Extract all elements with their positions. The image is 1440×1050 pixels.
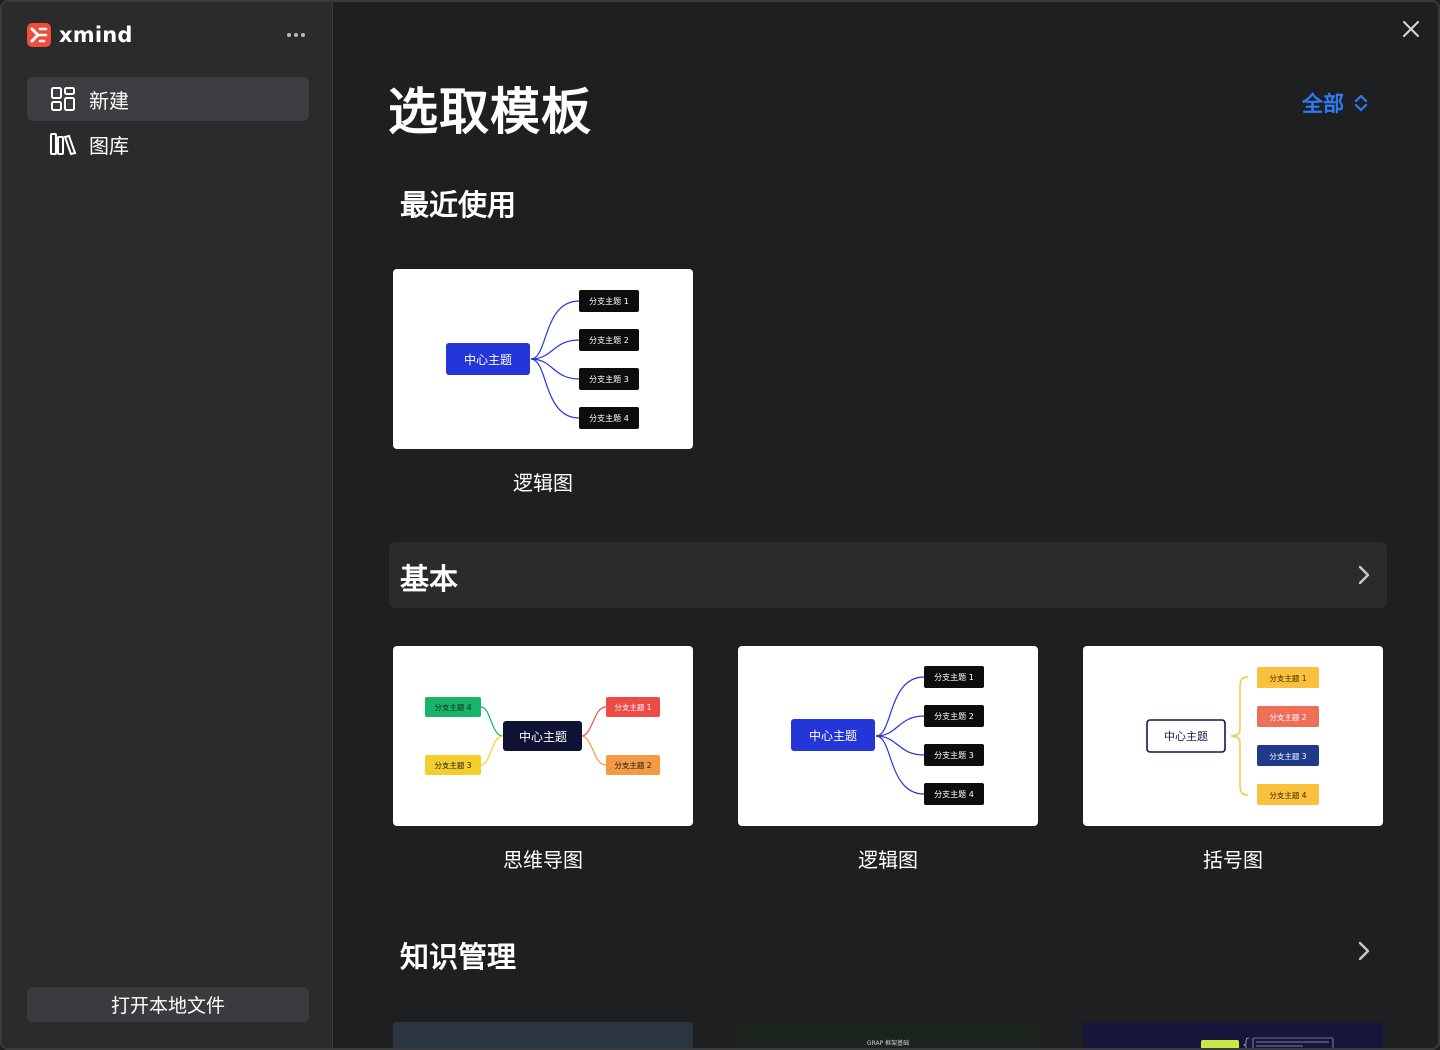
svg-text:分支主题 4: 分支主题 4 (934, 789, 974, 799)
app-name: xmind (59, 23, 133, 47)
svg-text:分支主题 3: 分支主题 3 (934, 750, 974, 760)
main-content: 选取模板 全部 最近使用 中心主题 分支主题 1 分支主题 2 分支主题 3 分… (334, 2, 1438, 1048)
sidebar-item-label: 新建 (89, 88, 129, 113)
chevron-up-down-icon (1354, 94, 1368, 112)
template-card-knowledge-2[interactable]: GRAP 框架基础 (738, 1022, 1038, 1048)
template-card-label: 思维导图 (503, 848, 583, 872)
svg-text:分支主题 3: 分支主题 3 (589, 374, 629, 384)
svg-text:分支主题 1: 分支主题 1 (1269, 673, 1306, 683)
chevron-right-icon[interactable] (1355, 940, 1373, 962)
section-title-knowledge: 知识管理 (400, 940, 517, 974)
sidebar-item-library[interactable]: 图库 (27, 122, 309, 166)
template-card-label: 逻辑图 (858, 848, 918, 872)
svg-text:分支主题 4: 分支主题 4 (589, 413, 629, 423)
app-logo: xmind (27, 20, 309, 50)
svg-text:分支主题 1: 分支主题 1 (589, 296, 629, 306)
grid-icon (49, 85, 77, 113)
template-card-mindmap[interactable]: 中心主题 分支主题 1 分支主题 2 分支主题 4 分支主题 3 (393, 646, 693, 826)
svg-text:分支主题 4: 分支主题 4 (434, 702, 471, 712)
svg-text:分支主题 1: 分支主题 1 (614, 702, 651, 712)
sidebar: xmind 新建 图库 打开本地文件 (2, 2, 333, 1048)
sidebar-item-new[interactable]: 新建 (27, 77, 309, 121)
svg-text:分支主题 2: 分支主题 2 (614, 760, 651, 770)
template-card-knowledge-3[interactable] (1083, 1022, 1383, 1048)
svg-text:分支主题 1: 分支主题 1 (934, 672, 974, 682)
sidebar-item-label: 图库 (89, 133, 129, 158)
svg-text:分支主题 2: 分支主题 2 (934, 711, 974, 721)
template-card-label: 逻辑图 (513, 471, 573, 495)
svg-text:分支主题 3: 分支主题 3 (1269, 751, 1306, 761)
svg-text:分支主题 3: 分支主题 3 (434, 760, 471, 770)
svg-text:分支主题 4: 分支主题 4 (1269, 790, 1306, 800)
library-icon (49, 130, 77, 158)
chevron-right-icon (1358, 565, 1370, 585)
open-local-file-button[interactable]: 打开本地文件 (27, 987, 309, 1022)
template-picker-window: xmind 新建 图库 打开本地文件 选取模板 全部 最近使用 中心主题 分支主… (0, 0, 1440, 1050)
template-card-knowledge-1[interactable] (393, 1022, 693, 1048)
section-title-basic: 基本 (400, 562, 459, 596)
template-filter-dropdown[interactable]: 全部 (1302, 88, 1368, 118)
svg-text:分支主题 2: 分支主题 2 (1269, 712, 1306, 722)
template-card-label: 括号图 (1203, 848, 1263, 872)
svg-text:中心主题: 中心主题 (809, 728, 857, 743)
svg-text:GRAP 框架基础: GRAP 框架基础 (867, 1039, 909, 1047)
template-card-logic[interactable]: 中心主题 分支主题 1 分支主题 2 分支主题 3 分支主题 4 (738, 646, 1038, 826)
more-dots-icon (287, 33, 291, 37)
template-card-logic-recent[interactable]: 中心主题 分支主题 1 分支主题 2 分支主题 3 分支主题 4 (393, 269, 693, 449)
page-title: 选取模板 (388, 83, 592, 141)
filter-label: 全部 (1302, 92, 1344, 116)
section-title-recent: 最近使用 (400, 188, 517, 222)
close-button[interactable] (1398, 16, 1424, 42)
more-options-button[interactable] (283, 24, 309, 46)
svg-text:中心主题: 中心主题 (519, 729, 567, 744)
center-topic-text: 中心主题 (464, 352, 512, 367)
template-card-brace[interactable]: 中心主题 分支主题 1 分支主题 2 分支主题 3 分支主题 4 (1083, 646, 1383, 826)
svg-text:分支主题 2: 分支主题 2 (589, 335, 629, 345)
section-header-basic[interactable]: 基本 (389, 542, 1387, 608)
svg-text:中心主题: 中心主题 (1164, 730, 1208, 743)
close-icon (1403, 21, 1419, 37)
xmind-logo-icon (27, 23, 51, 47)
